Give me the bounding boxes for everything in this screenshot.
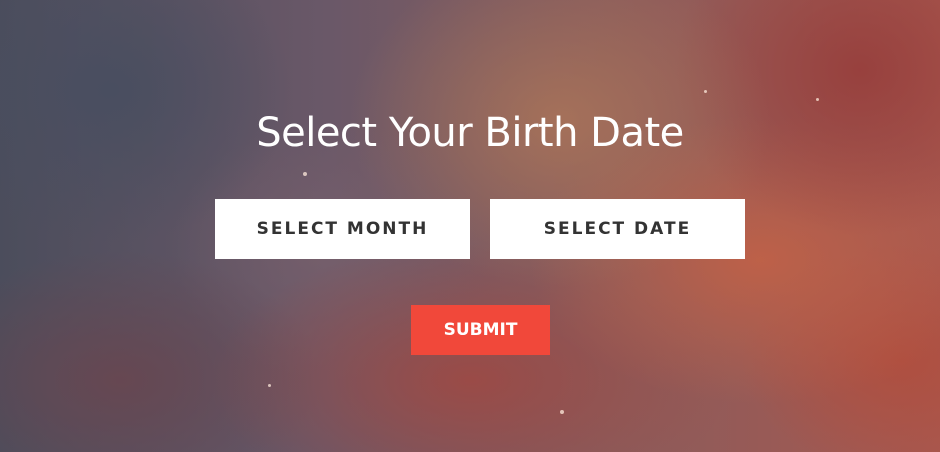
background-star bbox=[560, 410, 564, 414]
background-star bbox=[816, 98, 819, 101]
background-star bbox=[303, 172, 307, 176]
month-select-label: SELECT MONTH bbox=[256, 219, 429, 239]
background-star bbox=[268, 384, 271, 387]
page-title: Select Your Birth Date bbox=[256, 110, 684, 156]
date-select[interactable]: SELECT DATE bbox=[490, 199, 745, 259]
background-star bbox=[704, 90, 707, 93]
nebula-background bbox=[0, 0, 940, 452]
submit-button[interactable]: SUBMIT bbox=[411, 305, 550, 355]
month-select[interactable]: SELECT MONTH bbox=[215, 199, 470, 259]
date-select-label: SELECT DATE bbox=[543, 219, 692, 239]
